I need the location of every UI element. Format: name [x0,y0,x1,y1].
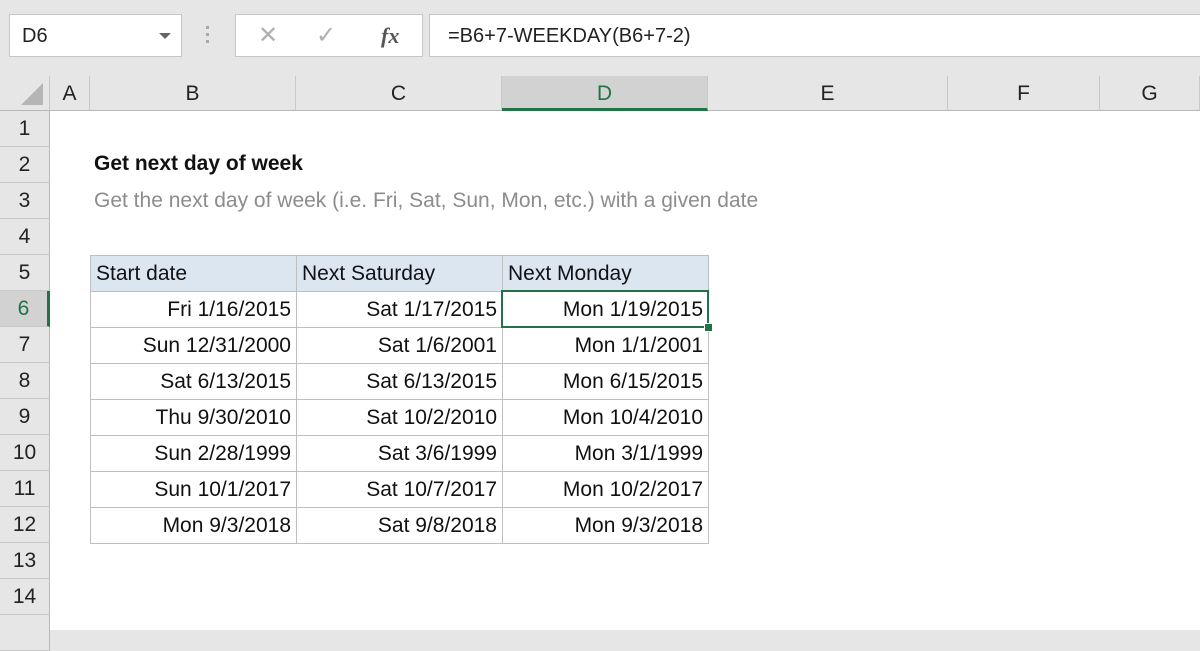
name-box[interactable]: D6 [9,14,182,57]
header-start-date[interactable]: Start date [90,255,297,292]
cell-start-date[interactable]: Fri 1/16/2015 [90,291,297,328]
row-header-12[interactable]: 12 [0,507,50,543]
formula-input[interactable]: =B6+7-WEEKDAY(B6+7-2) [429,14,1200,57]
row-header-2[interactable]: 2 [0,147,50,183]
row-header-8[interactable]: 8 [0,363,50,399]
cell-start-date[interactable]: Thu 9/30/2010 [90,399,297,436]
formula-text: =B6+7-WEEKDAY(B6+7-2) [448,25,691,47]
cell-next-monday[interactable]: Mon 10/2/2017 [502,471,709,508]
table-row: Fri 1/16/2015 Sat 1/17/2015 Mon 1/19/201… [90,291,709,328]
formula-bar-area: D6 ✕ ✓ fx =B6+7-WEEKDAY(B6+7-2) [0,0,1200,76]
table-row: Thu 9/30/2010 Sat 10/2/2010 Mon 10/4/201… [90,399,709,436]
table-header-row: Start date Next Saturday Next Monday [90,255,709,292]
row-header-1[interactable]: 1 [0,111,50,147]
cell-next-monday[interactable]: Mon 6/15/2015 [502,363,709,400]
cell-start-date[interactable]: Mon 9/3/2018 [90,507,297,544]
cell-next-saturday[interactable]: Sat 10/7/2017 [296,471,503,508]
formula-buttons: ✕ ✓ fx [235,14,423,57]
cell-start-date[interactable]: Sun 12/31/2000 [90,327,297,364]
table-row: Mon 9/3/2018 Sat 9/8/2018 Mon 9/3/2018 [90,507,709,544]
data-table: Start date Next Saturday Next Monday Fri… [90,255,709,544]
row-header-10[interactable]: 10 [0,435,50,471]
table-row: Sun 2/28/1999 Sat 3/6/1999 Mon 3/1/1999 [90,435,709,472]
name-box-value: D6 [22,25,48,47]
column-header-e[interactable]: E [708,76,948,111]
select-all-icon [21,83,43,105]
table-row: Sat 6/13/2015 Sat 6/13/2015 Mon 6/15/201… [90,363,709,400]
cell-next-saturday[interactable]: Sat 10/2/2010 [296,399,503,436]
cell-start-date[interactable]: Sun 10/1/2017 [90,471,297,508]
cell-next-saturday[interactable]: Sat 1/6/2001 [296,327,503,364]
fill-handle[interactable] [704,323,713,332]
chevron-down-icon[interactable] [159,33,171,39]
row-header-11[interactable]: 11 [0,471,50,507]
table-row: Sun 12/31/2000 Sat 1/6/2001 Mon 1/1/2001 [90,327,709,364]
row-header-3[interactable]: 3 [0,183,50,219]
sheet-subtitle: Get the next day of week (i.e. Fri, Sat,… [94,189,759,212]
column-header-f[interactable]: F [948,76,1100,111]
row-header-5[interactable]: 5 [0,255,50,291]
cell-next-monday[interactable]: Mon 3/1/1999 [502,435,709,472]
column-header-a[interactable]: A [50,76,90,111]
grip-icon[interactable] [206,26,210,46]
cell-next-monday[interactable]: Mon 9/3/2018 [502,507,709,544]
column-header-d[interactable]: D [502,76,708,111]
enter-icon[interactable]: ✓ [316,21,336,50]
row-header-14[interactable]: 14 [0,579,50,615]
header-next-saturday[interactable]: Next Saturday [296,255,503,292]
row-header-15[interactable] [0,615,50,651]
cell-start-date[interactable]: Sat 6/13/2015 [90,363,297,400]
row-header-7[interactable]: 7 [0,327,50,363]
sheet-title: Get next day of week [94,152,303,175]
cell-next-monday[interactable]: Mon 1/19/2015 [502,291,709,328]
column-header-b[interactable]: B [90,76,296,111]
insert-function-icon[interactable]: fx [381,23,399,49]
row-header-13[interactable]: 13 [0,543,50,579]
row-header-9[interactable]: 9 [0,399,50,435]
select-all-button[interactable] [0,76,50,111]
row-header-4[interactable]: 4 [0,219,50,255]
cell-next-saturday[interactable]: Sat 3/6/1999 [296,435,503,472]
column-header-g[interactable]: G [1100,76,1200,111]
cell-start-date[interactable]: Sun 2/28/1999 [90,435,297,472]
cell-next-monday[interactable]: Mon 1/1/2001 [502,327,709,364]
header-next-monday[interactable]: Next Monday [502,255,709,292]
table-row: Sun 10/1/2017 Sat 10/7/2017 Mon 10/2/201… [90,471,709,508]
cell-next-saturday[interactable]: Sat 1/17/2015 [296,291,503,328]
cell-next-saturday[interactable]: Sat 9/8/2018 [296,507,503,544]
row-header-6[interactable]: 6 [0,291,50,327]
cell-next-monday[interactable]: Mon 10/4/2010 [502,399,709,436]
cell-next-saturday[interactable]: Sat 6/13/2015 [296,363,503,400]
column-header-c[interactable]: C [296,76,502,111]
cancel-icon[interactable]: ✕ [258,21,278,50]
